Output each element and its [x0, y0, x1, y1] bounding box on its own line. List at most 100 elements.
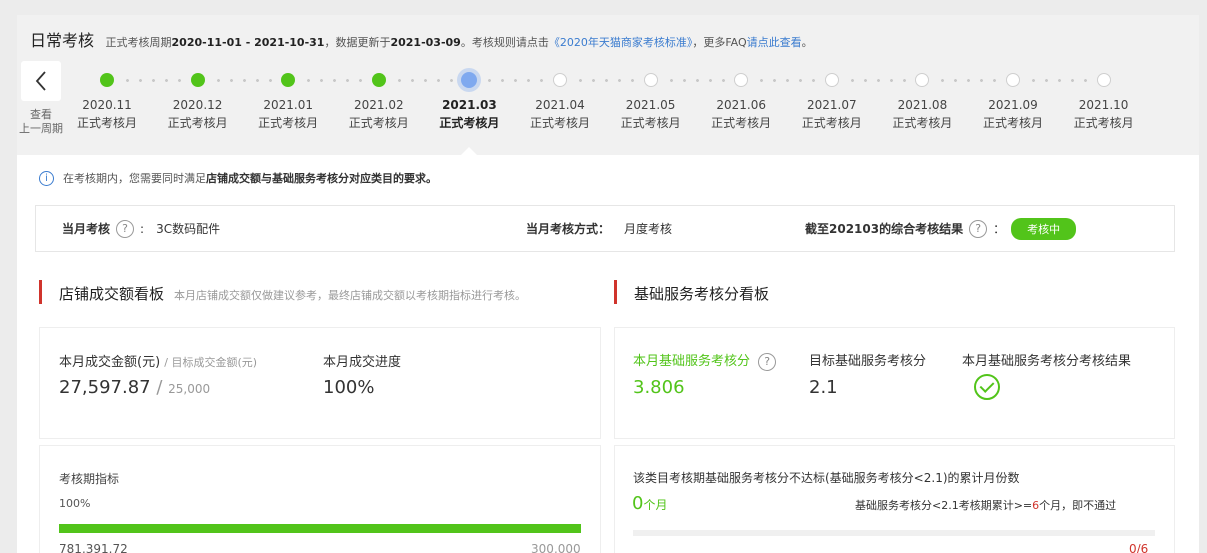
timeline-month-2021.01[interactable]: 2021.01 正式考核月	[253, 96, 323, 132]
target-amount-value: 25,000	[168, 382, 211, 396]
month-date: 2021.04	[535, 98, 585, 112]
timeline-dot-2021.10[interactable]	[1096, 73, 1111, 87]
timeline-month-2021.06[interactable]: 2021.06 正式考核月	[706, 96, 776, 132]
main-panel: i 在考核期内，您需要同时满足 店铺成交额与基础服务考核分对应类目的要求。 当月考…	[17, 155, 1199, 553]
category-value: 3C数码配件	[156, 222, 221, 236]
month-date: 2021.05	[625, 98, 676, 112]
period-target: 300,000	[531, 542, 581, 553]
timeline-month-2021.07[interactable]: 2021.07 正式考核月	[797, 96, 867, 132]
timeline-connector	[211, 79, 275, 82]
month-label: 正式考核月	[1073, 116, 1134, 130]
timeline-month-2020.12[interactable]: 2020.12 正式考核月	[163, 96, 233, 132]
progress-label: 本月成交进度	[323, 355, 402, 370]
fail-progress-bar	[633, 530, 1155, 536]
target-score-label: 目标基础服务考核分	[809, 354, 927, 369]
summary-bar: 当月考核 ? : 3C数码配件 当月考核方式： 月度考核 截至202103的综合…	[35, 205, 1175, 252]
sales-period-card	[39, 445, 601, 553]
service-section-title: 基础服务考核分看板	[614, 280, 770, 304]
fail-count-value: 0	[632, 493, 644, 514]
sales-section-title: 店铺成交额看板 本月店铺成交额仅做建议参考，最终店铺成交额以考核期指标进行考核。	[39, 280, 527, 304]
category-label: 当月考核	[62, 222, 111, 236]
category-cell: 当月考核 ? : 3C数码配件	[62, 206, 220, 251]
month-label: 正式考核月	[529, 116, 590, 130]
timeline-month-2021.04[interactable]: 2021.04 正式考核月	[525, 96, 595, 132]
timeline-connector	[483, 79, 546, 82]
period-value: 781,391.72	[59, 542, 128, 553]
month-date: 2021.07	[806, 98, 857, 112]
timeline-connector	[755, 79, 818, 82]
help-icon[interactable]: ?	[116, 219, 135, 238]
amount-label: 本月成交金额(元) / 目标成交金额(元)	[59, 351, 257, 370]
score-value: 3.806	[633, 377, 685, 398]
timeline-connector	[121, 79, 184, 82]
fail-count: 0个月	[632, 493, 667, 514]
timeline-month-2021.02[interactable]: 2021.02 正式考核月	[344, 96, 414, 132]
notice-prefix: 在考核期内，您需要同时满足	[63, 172, 206, 185]
score-label-text: 本月基础服务考核分	[633, 354, 751, 369]
month-label: 正式考核月	[348, 116, 409, 130]
sales-subtitle: 本月店铺成交额仅做建议参考，最终店铺成交额以考核期指标进行考核。	[174, 289, 527, 302]
result-colon: ：	[993, 222, 1006, 236]
timeline-dot-2021.08[interactable]	[915, 73, 930, 87]
month-date: 2021.08	[897, 98, 948, 112]
period-progress-bar	[59, 524, 581, 533]
score-label: 本月基础服务考核分 ?	[633, 350, 782, 371]
header: 日常考核 正式考核周期2020-11-01 - 2021-10-31，数据更新于…	[17, 15, 1199, 155]
timeline-dot-2020.11[interactable]	[100, 73, 114, 87]
timeline-connector	[574, 79, 637, 82]
amount-value-text: 27,597.87	[59, 377, 151, 398]
period-progress-fill	[59, 524, 581, 533]
section-marker	[614, 280, 617, 304]
method-value: 月度考核	[624, 222, 673, 236]
service-title: 基础服务考核分看板	[634, 285, 770, 303]
timeline-dot-2020.12[interactable]	[190, 73, 205, 87]
rule-suffix: 个月，即不通过	[1039, 499, 1117, 512]
status-badge: 考核中	[1011, 217, 1077, 240]
amount-label-text: 本月成交金额(元)	[59, 355, 161, 370]
help-icon[interactable]: ?	[758, 352, 777, 371]
method-cell: 当月考核方式： 月度考核	[526, 206, 672, 251]
requirement-notice: i 在考核期内，您需要同时满足 店铺成交额与基础服务考核分对应类目的要求。	[39, 170, 437, 186]
fail-title: 该类目考核期基础服务考核分不达标(基础服务考核分<2.1)的累计月份数	[633, 471, 1020, 485]
timeline-connector	[392, 79, 456, 82]
timeline-month-2021.08[interactable]: 2021.08 正式考核月	[887, 96, 957, 132]
help-icon[interactable]: ?	[969, 219, 988, 238]
month-label: 正式考核月	[167, 116, 228, 130]
timeline-dot-2021.01[interactable]	[281, 73, 296, 87]
timeline-dot-2021.07[interactable]	[824, 73, 839, 87]
result-label: 截至202103的综合考核结果	[805, 222, 964, 236]
timeline-month-2021.09[interactable]: 2021.09 正式考核月	[978, 96, 1048, 132]
timeline-connector	[302, 79, 365, 82]
timeline-dot-2021.06[interactable]	[734, 73, 749, 87]
fail-rule: 基础服务考核分<2.1考核期累计>=6个月，即不通过	[855, 497, 1116, 513]
month-date: 2021.09	[988, 98, 1038, 112]
timeline-connector	[1027, 79, 1090, 82]
month-date: 2020.11	[82, 98, 132, 112]
section-marker	[39, 280, 42, 304]
timeline-connector	[845, 79, 909, 82]
info-icon: i	[39, 170, 54, 186]
timeline-dot-2021.05[interactable]	[643, 73, 658, 87]
timeline-month-2021.10[interactable]: 2021.10 正式考核月	[1069, 96, 1139, 132]
target-amount-label: / 目标成交金额(元)	[164, 356, 258, 369]
month-label: 正式考核月	[892, 116, 953, 130]
fail-ratio: 0/6	[1129, 542, 1149, 553]
amount-value: 27,597.87 / 25,000	[59, 377, 211, 398]
rule-prefix: 基础服务考核分<2.1考核期累计>=	[855, 499, 1033, 512]
fail-count-unit: 个月	[643, 498, 668, 512]
timeline-dot-2021.02[interactable]	[371, 73, 386, 87]
check-circle-icon	[974, 374, 1000, 400]
timeline-month-2021.03[interactable]: 2021.03 正式考核月	[434, 96, 504, 132]
sales-title: 店铺成交额看板	[59, 285, 165, 303]
month-label: 正式考核月	[620, 116, 681, 130]
timeline-dot-2021.09[interactable]	[1006, 73, 1020, 87]
service-monthly-card	[614, 327, 1175, 439]
result-cell: 截至202103的综合考核结果 ? ： 考核中	[805, 206, 1077, 251]
month-label: 正式考核月	[258, 116, 319, 130]
current-month-pointer	[461, 147, 478, 155]
timeline-month-2021.05[interactable]: 2021.05 正式考核月	[616, 96, 686, 132]
month-label: 正式考核月	[801, 116, 862, 130]
timeline-month-2020.11[interactable]: 2020.11 正式考核月	[72, 96, 142, 132]
timeline-dot-2021.03[interactable]	[461, 72, 478, 88]
timeline-dot-2021.04[interactable]	[553, 73, 567, 87]
